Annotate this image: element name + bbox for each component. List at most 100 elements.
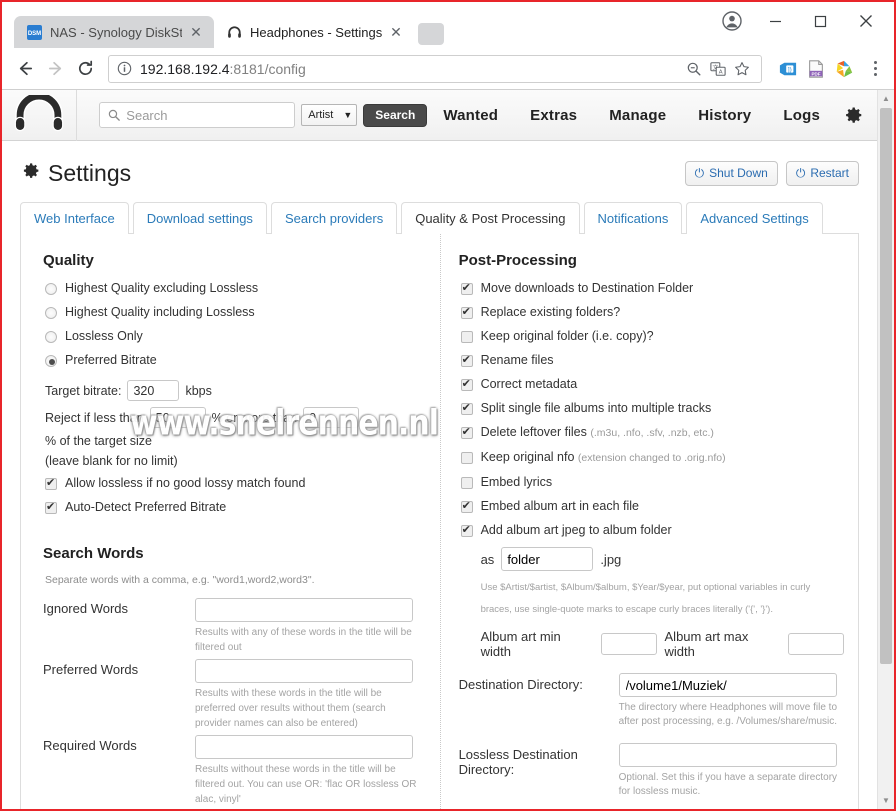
radio-highest-including-lossless[interactable]: Highest Quality including Lossless: [45, 305, 422, 320]
back-icon[interactable]: [10, 54, 40, 84]
required-words-input[interactable]: [195, 735, 413, 759]
browser-tab-nas[interactable]: DSM NAS - Synology DiskStation ✕: [14, 16, 214, 48]
evernote-clipper-icon[interactable]: ]): [776, 57, 800, 81]
radio-icon[interactable]: [45, 331, 57, 343]
nav-item-logs[interactable]: Logs: [767, 90, 836, 141]
search-icon: [108, 109, 121, 121]
search-minus-icon[interactable]: [683, 58, 705, 80]
checkbox-allow-lossless[interactable]: Allow lossless if no good lossy match fo…: [45, 476, 422, 491]
checkbox-icon[interactable]: [45, 476, 57, 490]
reject-min-input[interactable]: [149, 407, 206, 428]
tab-advanced-settings[interactable]: Advanced Settings: [686, 202, 823, 234]
tab-search-providers[interactable]: Search providers: [270, 202, 398, 234]
forward-icon[interactable]: [40, 54, 70, 84]
profile-icon[interactable]: [711, 6, 753, 36]
nav-item-extras[interactable]: Extras: [514, 90, 593, 141]
checkbox-rename-files[interactable]: Rename files: [460, 353, 844, 368]
scrollbar-thumb[interactable]: [880, 108, 892, 664]
star-icon[interactable]: [731, 58, 753, 80]
radio-highest-excluding-lossless[interactable]: Highest Quality excluding Lossless: [45, 281, 422, 296]
checkbox-label: Correct metadata: [480, 377, 578, 391]
tab-notifications[interactable]: Notifications: [583, 202, 683, 234]
checkbox-keep-original-folder[interactable]: Keep original folder (i.e. copy)?: [460, 329, 844, 344]
checkbox-add-album-art-jpeg[interactable]: Add album art jpeg to album folder: [460, 523, 844, 538]
page-scrollbar[interactable]: ▲ ▼: [877, 90, 894, 809]
radio-icon[interactable]: [45, 355, 57, 367]
tab-download-settings[interactable]: Download settings: [132, 202, 267, 234]
checkbox-delete-leftover-files[interactable]: Delete leftover files (.m3u, .nfo, .sfv,…: [460, 425, 844, 441]
translate-icon[interactable]: 文A: [707, 58, 729, 80]
gear-icon[interactable]: [836, 105, 871, 126]
shutdown-button[interactable]: ⏻ Shut Down: [684, 160, 778, 186]
reject-max-input[interactable]: [303, 407, 360, 428]
checkbox-label-text: Delete leftover files: [480, 425, 587, 439]
checkbox-icon[interactable]: [460, 331, 473, 343]
maximize-button[interactable]: [798, 6, 843, 36]
radio-icon[interactable]: [45, 307, 57, 319]
close-button[interactable]: [843, 6, 888, 36]
radio-icon[interactable]: [45, 283, 57, 295]
preferred-words-row: Preferred Words Results with these words…: [43, 659, 422, 731]
close-icon[interactable]: ✕: [188, 24, 204, 40]
url-path: :8181/config: [229, 60, 306, 77]
close-icon[interactable]: ✕: [388, 24, 404, 40]
checkbox-icon[interactable]: [460, 377, 473, 391]
album-art-min-input[interactable]: [600, 633, 657, 655]
checkbox-icon[interactable]: [460, 305, 473, 319]
checkbox-icon[interactable]: [460, 401, 473, 415]
lossless-destination-desc: Optional. Set this if you have a separat…: [618, 772, 838, 797]
checkbox-icon[interactable]: [460, 281, 473, 295]
checkbox-icon[interactable]: [460, 353, 473, 367]
scroll-down-icon[interactable]: ▼: [878, 792, 894, 809]
checkbox-icon[interactable]: [460, 523, 473, 537]
lossless-destination-input[interactable]: [618, 743, 837, 767]
checkbox-icon[interactable]: [460, 452, 473, 464]
scroll-up-icon[interactable]: ▲: [878, 90, 894, 107]
tab-quality-post-processing[interactable]: Quality & Post Processing: [401, 202, 580, 234]
checkbox-embed-album-art[interactable]: Embed album art in each file: [460, 499, 844, 514]
new-tab-button[interactable]: [418, 23, 444, 45]
ignored-words-input[interactable]: [195, 598, 413, 622]
minimize-button[interactable]: [753, 6, 798, 36]
address-bar[interactable]: 192.168.192.4:8181/config 文A: [108, 54, 762, 83]
required-words-row: Required Words Results without these wor…: [43, 735, 422, 807]
album-art-max-input[interactable]: [788, 633, 844, 655]
checkbox-replace-existing-folders[interactable]: Replace existing folders?: [460, 305, 844, 320]
browser-tab-headphones[interactable]: Headphones - Settings ✕: [214, 16, 414, 48]
required-words-label: Required Words: [43, 738, 137, 753]
radio-preferred-bitrate[interactable]: Preferred Bitrate: [45, 353, 422, 368]
checkbox-embed-lyrics[interactable]: Embed lyrics: [460, 475, 844, 490]
checkbox-icon[interactable]: [45, 500, 57, 514]
checkbox-icon[interactable]: [460, 477, 473, 489]
pdf-icon[interactable]: PDF: [804, 57, 828, 81]
checkbox-auto-detect-bitrate[interactable]: Auto-Detect Preferred Bitrate: [45, 500, 422, 515]
kebab-menu-icon[interactable]: [864, 56, 886, 82]
search-words-heading: Search Words: [43, 545, 144, 562]
power-icon: ⏻: [795, 165, 806, 180]
nav-item-manage[interactable]: Manage: [593, 90, 682, 141]
checkbox-keep-original-nfo[interactable]: Keep original nfo (extension changed to …: [460, 450, 844, 466]
radio-lossless-only[interactable]: Lossless Only: [45, 329, 422, 344]
nav-item-wanted[interactable]: Wanted: [427, 90, 514, 141]
checkbox-split-single-file-albums[interactable]: Split single file albums into multiple t…: [460, 401, 844, 416]
search-input[interactable]: Search: [99, 102, 296, 128]
preferred-words-input[interactable]: [195, 659, 413, 683]
gear-icon: [20, 160, 40, 187]
destination-directory-input[interactable]: [618, 673, 837, 697]
nav-item-history[interactable]: History: [682, 90, 767, 141]
search-category-select[interactable]: Artist ▼: [301, 104, 358, 126]
reload-icon[interactable]: [70, 54, 100, 84]
checkbox-correct-metadata[interactable]: Correct metadata: [460, 377, 844, 392]
restart-button[interactable]: ⏻ Restart: [785, 160, 859, 186]
search-button[interactable]: Search: [363, 103, 428, 127]
checkbox-icon[interactable]: [460, 425, 473, 439]
checkbox-move-downloads[interactable]: Move downloads to Destination Folder: [460, 281, 844, 296]
album-art-filename-input[interactable]: [501, 547, 594, 571]
target-bitrate-input[interactable]: [127, 380, 180, 401]
colorful-icon[interactable]: [832, 57, 856, 81]
info-icon[interactable]: [117, 61, 132, 76]
tab-web-interface[interactable]: Web Interface: [20, 202, 129, 234]
checkbox-icon[interactable]: [460, 499, 473, 513]
headphones-logo[interactable]: [2, 90, 78, 141]
page-title: Settings: [20, 160, 131, 187]
